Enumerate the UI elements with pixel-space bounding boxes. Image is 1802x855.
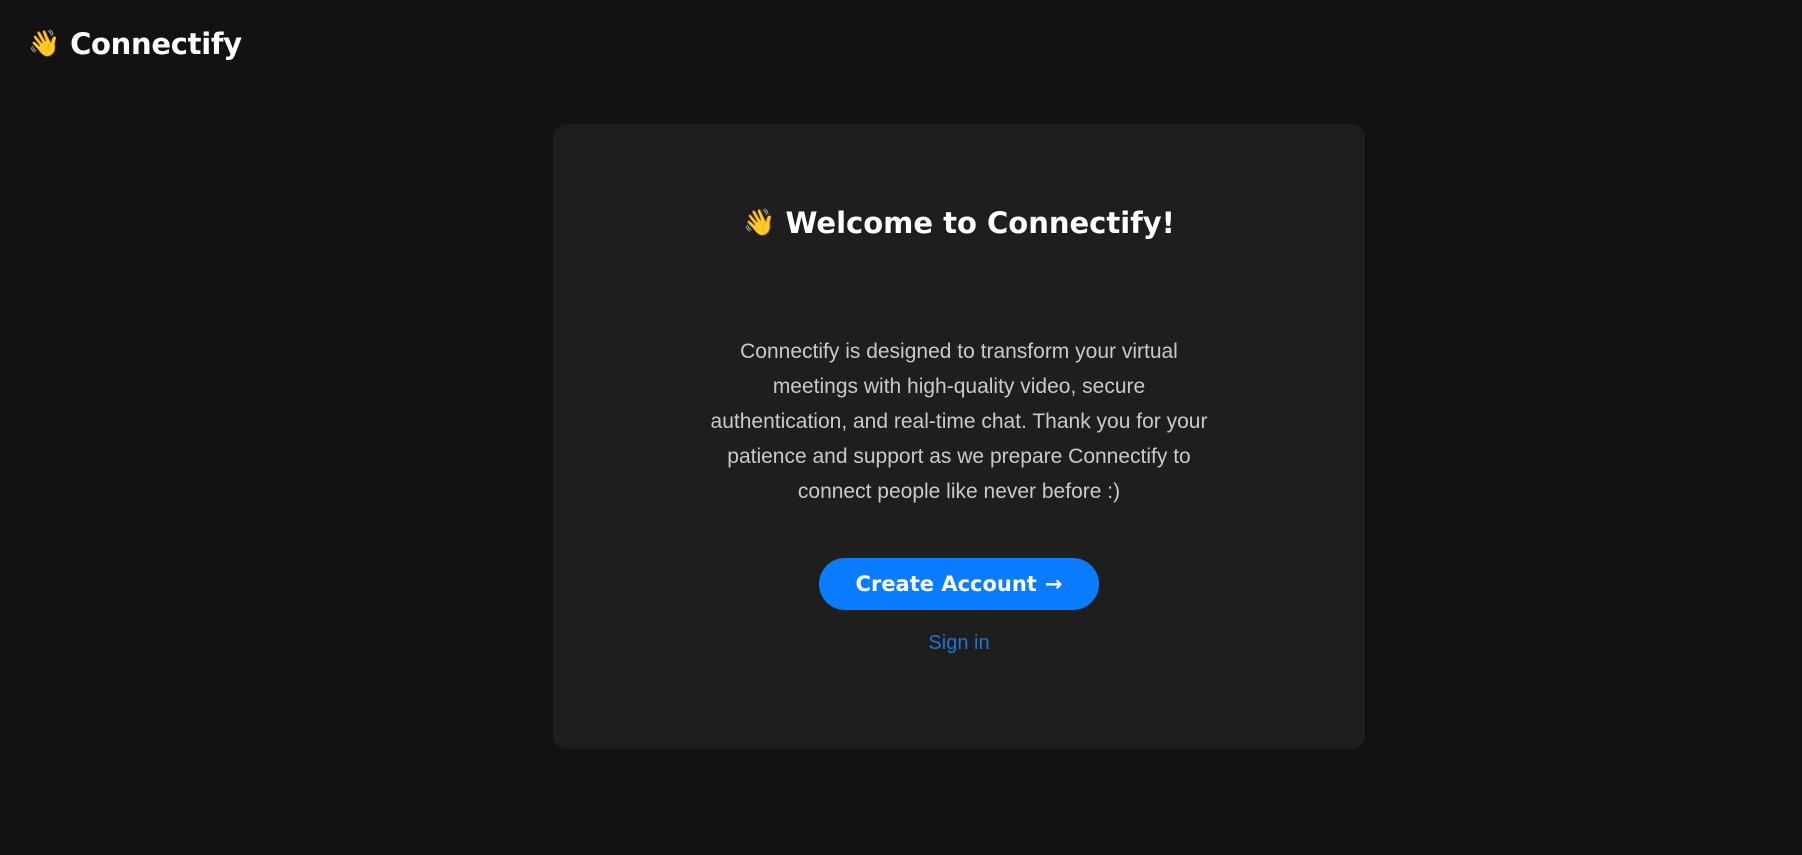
welcome-card: 👋 Welcome to Connectify! Connectify is d…	[553, 124, 1365, 749]
waving-hand-icon: 👋	[743, 208, 776, 238]
welcome-heading: 👋 Welcome to Connectify!	[553, 206, 1365, 240]
sign-in-link[interactable]: Sign in	[553, 632, 1365, 655]
waving-hand-icon: 👋	[28, 29, 61, 59]
description-text: Connectify is designed to transform your…	[710, 340, 1208, 503]
welcome-title: Welcome to Connectify!	[785, 206, 1175, 240]
brand-name: Connectify	[70, 27, 242, 61]
arrow-right-icon: →	[1044, 572, 1063, 596]
create-account-button[interactable]: Create Account →	[819, 558, 1099, 610]
top-bar: 👋 Connectify	[28, 24, 242, 64]
brand-logo[interactable]: 👋 Connectify	[28, 27, 242, 61]
create-account-label: Create Account	[855, 572, 1037, 596]
